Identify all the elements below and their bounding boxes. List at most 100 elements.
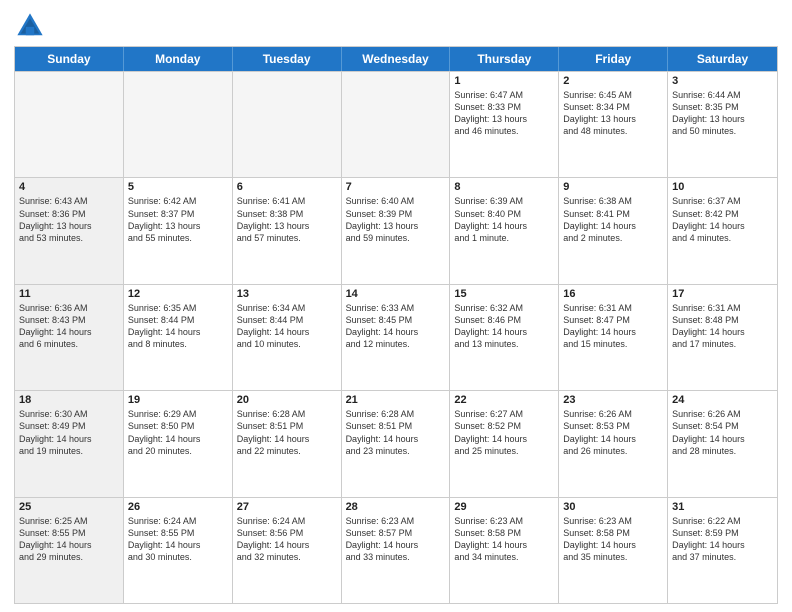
calendar-cell: 31Sunrise: 6:22 AM Sunset: 8:59 PM Dayli… bbox=[668, 498, 777, 603]
calendar-cell: 29 Sunrise: 6:23 AM Sunset: 8:58 PM Dayli… bbox=[450, 498, 559, 603]
day-info: Sunrise: 6:28 AM Sunset: 8:51 PM Dayligh… bbox=[346, 408, 446, 457]
day-number: 24 bbox=[672, 394, 773, 406]
day-info: Sunrise: 6:31 AM Sunset: 8:48 PM Dayligh… bbox=[672, 302, 773, 351]
day-number: 30 bbox=[563, 501, 663, 513]
calendar-cell: 13 Sunrise: 6:34 AM Sunset: 8:44 PM Dayli… bbox=[233, 285, 342, 390]
calendar-cell: 22 Sunrise: 6:27 AM Sunset: 8:52 PM Dayli… bbox=[450, 391, 559, 496]
day-info: Sunrise: 6:26 AM Sunset: 8:54 PM Dayligh… bbox=[672, 408, 773, 457]
day-number: 28 bbox=[346, 501, 446, 513]
day-info: Sunrise: 6:37 AM Sunset: 8:42 PM Dayligh… bbox=[672, 195, 773, 244]
calendar-week-2: 4 Sunrise: 6:43 AM Sunset: 8:36 PM Daylig… bbox=[15, 177, 777, 283]
day-number: 8 bbox=[454, 181, 554, 193]
calendar-cell: 1 Sunrise: 6:47 AM Sunset: 8:33 PM Daylig… bbox=[450, 72, 559, 177]
day-number: 18 bbox=[19, 394, 119, 406]
day-number: 27 bbox=[237, 501, 337, 513]
calendar-header-row: SundayMondayTuesdayWednesdayThursdayFrid… bbox=[15, 47, 777, 71]
calendar-cell: 16 Sunrise: 6:31 AM Sunset: 8:47 PM Dayli… bbox=[559, 285, 668, 390]
day-number: 9 bbox=[563, 181, 663, 193]
calendar: SundayMondayTuesdayWednesdayThursdayFrid… bbox=[14, 46, 778, 604]
day-info: Sunrise: 6:33 AM Sunset: 8:45 PM Dayligh… bbox=[346, 302, 446, 351]
day-number: 23 bbox=[563, 394, 663, 406]
day-info: Sunrise: 6:27 AM Sunset: 8:52 PM Dayligh… bbox=[454, 408, 554, 457]
calendar-cell: 2 Sunrise: 6:45 AM Sunset: 8:34 PM Daylig… bbox=[559, 72, 668, 177]
day-number: 25 bbox=[19, 501, 119, 513]
day-number: 11 bbox=[19, 288, 119, 300]
day-info: Sunrise: 6:23 AM Sunset: 8:58 PM Dayligh… bbox=[563, 515, 663, 564]
calendar-cell: 6 Sunrise: 6:41 AM Sunset: 8:38 PM Daylig… bbox=[233, 178, 342, 283]
day-number: 10 bbox=[672, 181, 773, 193]
day-number: 1 bbox=[454, 75, 554, 87]
day-number: 13 bbox=[237, 288, 337, 300]
day-info: Sunrise: 6:30 AM Sunset: 8:49 PM Dayligh… bbox=[19, 408, 119, 457]
calendar-cell: 5Sunrise: 6:42 AM Sunset: 8:37 PM Daylig… bbox=[124, 178, 233, 283]
calendar-header-saturday: Saturday bbox=[668, 47, 777, 71]
calendar-cell: 15 Sunrise: 6:32 AM Sunset: 8:46 PM Dayli… bbox=[450, 285, 559, 390]
day-info: Sunrise: 6:32 AM Sunset: 8:46 PM Dayligh… bbox=[454, 302, 554, 351]
day-number: 2 bbox=[563, 75, 663, 87]
calendar-cell: 17 Sunrise: 6:31 AM Sunset: 8:48 PM Dayli… bbox=[668, 285, 777, 390]
day-info: Sunrise: 6:45 AM Sunset: 8:34 PM Dayligh… bbox=[563, 89, 663, 138]
calendar-cell: 27 Sunrise: 6:24 AM Sunset: 8:56 PM Dayli… bbox=[233, 498, 342, 603]
calendar-cell bbox=[15, 72, 124, 177]
day-number: 20 bbox=[237, 394, 337, 406]
calendar-cell: 14Sunrise: 6:33 AM Sunset: 8:45 PM Dayli… bbox=[342, 285, 451, 390]
calendar-cell: 18 Sunrise: 6:30 AM Sunset: 8:49 PM Dayli… bbox=[15, 391, 124, 496]
day-number: 17 bbox=[672, 288, 773, 300]
day-number: 15 bbox=[454, 288, 554, 300]
day-number: 22 bbox=[454, 394, 554, 406]
day-number: 5 bbox=[128, 181, 228, 193]
calendar-week-3: 11 Sunrise: 6:36 AM Sunset: 8:43 PM Dayli… bbox=[15, 284, 777, 390]
day-info: Sunrise: 6:24 AM Sunset: 8:56 PM Dayligh… bbox=[237, 515, 337, 564]
day-info: Sunrise: 6:40 AM Sunset: 8:39 PM Dayligh… bbox=[346, 195, 446, 244]
calendar-cell bbox=[124, 72, 233, 177]
day-number: 3 bbox=[672, 75, 773, 87]
day-info: Sunrise: 6:29 AM Sunset: 8:50 PM Dayligh… bbox=[128, 408, 228, 457]
calendar-body: 1 Sunrise: 6:47 AM Sunset: 8:33 PM Daylig… bbox=[15, 71, 777, 603]
calendar-week-4: 18 Sunrise: 6:30 AM Sunset: 8:49 PM Dayli… bbox=[15, 390, 777, 496]
calendar-header-wednesday: Wednesday bbox=[342, 47, 451, 71]
day-info: Sunrise: 6:24 AM Sunset: 8:55 PM Dayligh… bbox=[128, 515, 228, 564]
calendar-cell: 7 Sunrise: 6:40 AM Sunset: 8:39 PM Daylig… bbox=[342, 178, 451, 283]
day-number: 6 bbox=[237, 181, 337, 193]
day-info: Sunrise: 6:38 AM Sunset: 8:41 PM Dayligh… bbox=[563, 195, 663, 244]
calendar-cell: 26 Sunrise: 6:24 AM Sunset: 8:55 PM Dayli… bbox=[124, 498, 233, 603]
calendar-cell: 9 Sunrise: 6:38 AM Sunset: 8:41 PM Daylig… bbox=[559, 178, 668, 283]
day-info: Sunrise: 6:41 AM Sunset: 8:38 PM Dayligh… bbox=[237, 195, 337, 244]
day-info: Sunrise: 6:31 AM Sunset: 8:47 PM Dayligh… bbox=[563, 302, 663, 351]
day-number: 31 bbox=[672, 501, 773, 513]
day-info: Sunrise: 6:26 AM Sunset: 8:53 PM Dayligh… bbox=[563, 408, 663, 457]
calendar-cell: 3 Sunrise: 6:44 AM Sunset: 8:35 PM Daylig… bbox=[668, 72, 777, 177]
calendar-cell bbox=[233, 72, 342, 177]
day-number: 26 bbox=[128, 501, 228, 513]
calendar-cell: 20 Sunrise: 6:28 AM Sunset: 8:51 PM Dayli… bbox=[233, 391, 342, 496]
calendar-cell: 4 Sunrise: 6:43 AM Sunset: 8:36 PM Daylig… bbox=[15, 178, 124, 283]
day-info: Sunrise: 6:44 AM Sunset: 8:35 PM Dayligh… bbox=[672, 89, 773, 138]
calendar-cell: 21Sunrise: 6:28 AM Sunset: 8:51 PM Dayli… bbox=[342, 391, 451, 496]
calendar-header-monday: Monday bbox=[124, 47, 233, 71]
day-info: Sunrise: 6:36 AM Sunset: 8:43 PM Dayligh… bbox=[19, 302, 119, 351]
calendar-cell: 24 Sunrise: 6:26 AM Sunset: 8:54 PM Dayli… bbox=[668, 391, 777, 496]
header bbox=[14, 10, 778, 42]
calendar-header-friday: Friday bbox=[559, 47, 668, 71]
calendar-header-sunday: Sunday bbox=[15, 47, 124, 71]
day-info: Sunrise: 6:47 AM Sunset: 8:33 PM Dayligh… bbox=[454, 89, 554, 138]
day-info: Sunrise: 6:23 AM Sunset: 8:58 PM Dayligh… bbox=[454, 515, 554, 564]
calendar-week-5: 25Sunrise: 6:25 AM Sunset: 8:55 PM Dayli… bbox=[15, 497, 777, 603]
day-number: 4 bbox=[19, 181, 119, 193]
calendar-cell: 11 Sunrise: 6:36 AM Sunset: 8:43 PM Dayli… bbox=[15, 285, 124, 390]
calendar-cell: 30 Sunrise: 6:23 AM Sunset: 8:58 PM Dayli… bbox=[559, 498, 668, 603]
calendar-cell: 12 Sunrise: 6:35 AM Sunset: 8:44 PM Dayli… bbox=[124, 285, 233, 390]
calendar-cell bbox=[342, 72, 451, 177]
logo-icon bbox=[14, 10, 46, 42]
page: SundayMondayTuesdayWednesdayThursdayFrid… bbox=[0, 0, 792, 612]
calendar-cell: 25Sunrise: 6:25 AM Sunset: 8:55 PM Dayli… bbox=[15, 498, 124, 603]
day-number: 7 bbox=[346, 181, 446, 193]
day-info: Sunrise: 6:39 AM Sunset: 8:40 PM Dayligh… bbox=[454, 195, 554, 244]
day-number: 29 bbox=[454, 501, 554, 513]
day-info: Sunrise: 6:35 AM Sunset: 8:44 PM Dayligh… bbox=[128, 302, 228, 351]
day-info: Sunrise: 6:34 AM Sunset: 8:44 PM Dayligh… bbox=[237, 302, 337, 351]
day-info: Sunrise: 6:28 AM Sunset: 8:51 PM Dayligh… bbox=[237, 408, 337, 457]
day-info: Sunrise: 6:43 AM Sunset: 8:36 PM Dayligh… bbox=[19, 195, 119, 244]
day-number: 16 bbox=[563, 288, 663, 300]
day-number: 12 bbox=[128, 288, 228, 300]
